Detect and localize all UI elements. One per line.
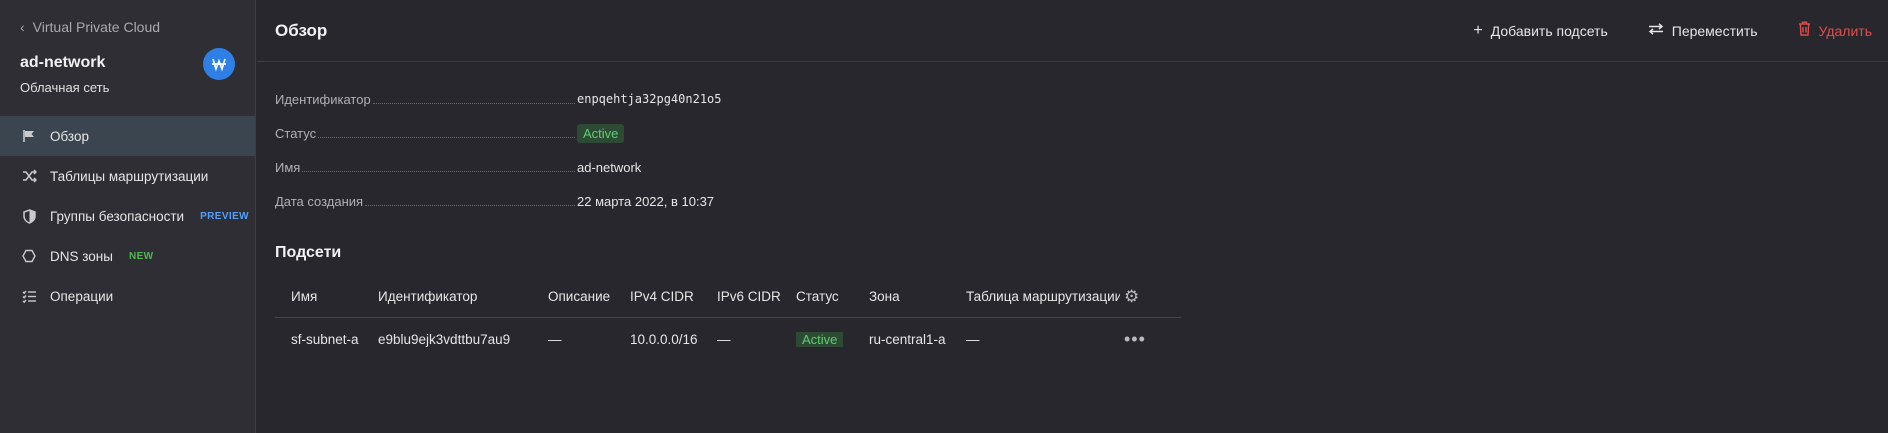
resource-type: Облачная сеть — [20, 80, 110, 95]
property-row-id: Идентификатор enpqehtja32pg40n21o5 — [275, 82, 875, 116]
column-header[interactable]: Имя — [275, 289, 362, 304]
row-actions-button[interactable]: ••• — [1120, 329, 1176, 350]
dotted-leader — [318, 128, 575, 138]
column-header[interactable]: Таблица маршрутизации — [950, 289, 1120, 304]
back-link[interactable]: ‹ Virtual Private Cloud — [20, 19, 160, 35]
sidebar-item-label: DNS зоны — [50, 248, 113, 264]
subnets-table: Имя Идентификатор Описание IPv4 CIDR IPv… — [275, 276, 1181, 360]
trash-icon — [1798, 21, 1811, 41]
table-row[interactable]: sf-subnet-a e9blu9ejk3vdttbu7au9 — 10.0.… — [275, 318, 1181, 360]
sidebar-item-overview[interactable]: Обзор — [0, 116, 255, 156]
dotted-leader — [372, 94, 575, 104]
add-subnet-button[interactable]: + Добавить подсеть — [1473, 22, 1607, 40]
column-header[interactable]: Идентификатор — [362, 289, 532, 304]
shuffle-icon — [20, 167, 38, 185]
swap-arrows-icon — [1648, 22, 1664, 40]
dotted-leader — [365, 196, 575, 206]
network-id-value: enpqehtja32pg40n21o5 — [577, 92, 722, 106]
hexagon-icon — [20, 247, 38, 265]
subnet-description-cell: — — [548, 331, 562, 347]
preview-tag: PREVIEW — [200, 210, 249, 222]
more-horizontal-icon: ••• — [1124, 328, 1146, 349]
chevron-left-icon: ‹ — [20, 19, 25, 35]
gear-icon: ⚙ — [1124, 286, 1140, 306]
delete-label: Удалить — [1818, 23, 1872, 39]
subnet-ipv4-cell: 10.0.0.0/16 — [630, 331, 698, 347]
sidebar-item-operations[interactable]: Операции — [0, 276, 255, 316]
network-name-value: ad-network — [577, 159, 642, 175]
move-label: Переместить — [1671, 23, 1758, 39]
status-badge: Active — [796, 331, 844, 347]
column-header[interactable]: IPv6 CIDR — [701, 289, 780, 304]
property-row-created: Дата создания 22 марта 2022, в 10:37 — [275, 184, 875, 218]
table-header: Имя Идентификатор Описание IPv4 CIDR IPv… — [275, 276, 1181, 318]
plus-icon: + — [1473, 22, 1483, 39]
sidebar-item-security-groups[interactable]: Группы безопасности PREVIEW — [0, 196, 255, 236]
properties-list: Идентификатор enpqehtja32pg40n21o5 Стату… — [275, 82, 875, 218]
page-header: Обзор + Добавить подсеть Переместить Уда… — [257, 0, 1888, 62]
sidebar-item-label: Обзор — [50, 128, 89, 144]
property-label: Имя — [275, 159, 301, 175]
column-header[interactable]: IPv4 CIDR — [614, 289, 701, 304]
sidebar: ‹ Virtual Private Cloud ad-network Облач… — [0, 0, 256, 433]
sidebar-item-label: Операции — [50, 288, 114, 304]
list-icon — [20, 287, 38, 305]
subnet-zone-cell: ru-central1-a — [869, 331, 946, 347]
header-actions: + Добавить подсеть Переместить Удалить — [1473, 0, 1888, 62]
sidebar-item-label: Таблицы маршрутизации — [50, 168, 209, 184]
add-subnet-label: Добавить подсеть — [1490, 23, 1608, 39]
column-header[interactable]: Зона — [853, 289, 950, 304]
subnet-id-cell: e9blu9ejk3vdttbu7au9 — [378, 331, 511, 347]
column-header[interactable]: Описание — [532, 289, 614, 304]
subnets-section-title: Подсети — [275, 244, 342, 261]
property-row-name: Имя ad-network — [275, 150, 875, 184]
sidebar-item-label: Группы безопасности — [50, 208, 185, 224]
column-header[interactable]: Статус — [780, 289, 853, 304]
sidebar-item-dns-zones[interactable]: DNS зоны NEW — [0, 236, 255, 276]
subnet-name-cell[interactable]: sf-subnet-a — [275, 332, 362, 347]
sidebar-nav: Обзор Таблицы маршрутизации Группы безоп… — [0, 116, 255, 316]
property-label: Идентификатор — [275, 91, 371, 107]
property-label: Статус — [275, 125, 317, 141]
new-tag: NEW — [128, 250, 154, 262]
created-date-value: 22 марта 2022, в 10:37 — [577, 193, 715, 209]
delete-button[interactable]: Удалить — [1798, 21, 1872, 41]
table-settings-button[interactable]: ⚙ — [1120, 287, 1176, 307]
property-row-status: Статус Active — [275, 116, 875, 150]
main-content: Обзор + Добавить подсеть Переместить Уда… — [257, 0, 1888, 433]
flag-icon — [20, 127, 38, 145]
page-title: Обзор — [275, 20, 328, 40]
vpc-network-icon — [203, 48, 235, 80]
move-button[interactable]: Переместить — [1648, 22, 1758, 40]
property-label: Дата создания — [275, 193, 364, 209]
resource-name: ad-network — [20, 54, 106, 71]
sidebar-item-route-tables[interactable]: Таблицы маршрутизации — [0, 156, 255, 196]
subnet-route-table-cell: — — [966, 331, 980, 347]
back-link-label: Virtual Private Cloud — [32, 19, 161, 35]
subnet-ipv6-cell: — — [717, 331, 731, 347]
subnet-status-cell: Active — [780, 331, 853, 347]
dotted-leader — [302, 162, 575, 172]
status-badge: Active — [577, 123, 625, 143]
shield-icon — [20, 207, 38, 225]
